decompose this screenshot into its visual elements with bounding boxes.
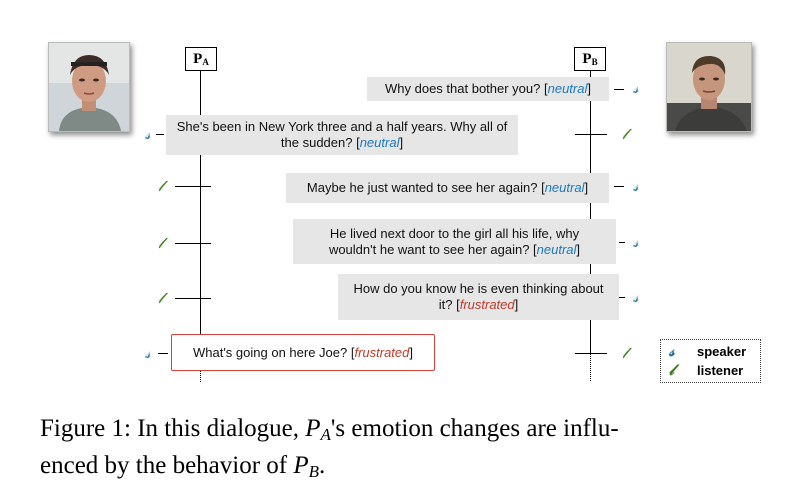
caption-pb-letter: P	[293, 452, 309, 479]
utterance-6-text: What's going on here Joe? [	[192, 344, 355, 360]
caption-pa-letter: P	[305, 415, 321, 442]
figure-caption: Figure 1: In this dialogue, PA's emotion…	[40, 413, 780, 487]
listener-icon-4: 𝓁	[158, 289, 163, 307]
legend-speaker-label: speaker	[697, 344, 747, 359]
speaker-connector-3	[614, 186, 624, 187]
participant-b-label: PB	[574, 47, 606, 71]
caption-prefix: Figure 1: In this dialogue,	[40, 415, 299, 442]
listener-icon-1: 𝓁	[622, 125, 627, 143]
utterance-4-line1: He lived next door to the girl all his l…	[329, 225, 580, 241]
utterance-2-line1: She's been in New York three and a half …	[176, 119, 508, 134]
person-a-photo	[48, 42, 130, 132]
utterance-bubble-4: He lived next door to the girl all his l…	[293, 219, 616, 264]
legend-listener-icon: 𝓁	[669, 361, 674, 379]
speaker-icon-5: 𝓈	[633, 288, 639, 306]
utterance-5-line2: it? [	[438, 297, 460, 312]
speaker-icon-3: 𝓈	[633, 177, 639, 195]
utterance-bubble-5: How do you know he is even thinking abou…	[338, 274, 619, 320]
caption-line-1: Figure 1: In this dialogue, PA's emotion…	[40, 413, 780, 450]
participant-b-letter: P	[582, 51, 592, 67]
utterance-5-line1: How do you know he is even thinking abou…	[353, 281, 604, 296]
listener-icon-3: 𝓁	[158, 234, 163, 252]
utterance-1-close: ]	[587, 81, 591, 96]
caption-line-2: enced by the behavior of PB.	[40, 450, 780, 487]
person-b-photo	[666, 42, 752, 132]
legend-listener-label: listener	[697, 363, 744, 378]
speaker-icon-1: 𝓈	[633, 79, 639, 97]
caption-pb-subscript: B	[308, 462, 320, 481]
timeline-a-end	[200, 370, 201, 382]
caption-line1-rest: 's emotion changes are influ-	[330, 415, 619, 442]
utterance-bubble-1: Why does that bother you? [neutral]	[367, 77, 609, 101]
utterance-5-close: ]	[514, 297, 519, 312]
speaker-connector-2	[156, 134, 164, 135]
legend-speaker-icon: 𝓈	[669, 342, 675, 360]
speaker-connector-4	[619, 242, 625, 243]
caption-pa-subscript: A	[320, 425, 331, 444]
participant-b-subscript: B	[591, 57, 598, 67]
utterance-2-close: ]	[399, 135, 404, 150]
speaker-icon-2: 𝓈	[145, 125, 151, 143]
utterance-6-emotion: frustrated	[354, 344, 410, 360]
tick-a-2	[175, 186, 211, 187]
listener-icon-2: 𝓁	[158, 177, 163, 195]
utterance-6-close: ]	[409, 344, 414, 360]
caption-line2-end: .	[319, 452, 326, 479]
utterance-4-emotion: neutral	[536, 241, 577, 257]
legend-box: 𝓈 speaker 𝓁 listener	[660, 339, 761, 383]
utterance-5-emotion: frustrated	[459, 297, 515, 312]
caption-line2-start: enced by the behavior of	[40, 452, 288, 479]
utterance-4-close: ]	[576, 241, 581, 257]
utterance-2-line2: the sudden? [	[280, 135, 360, 150]
tick-b-1	[575, 134, 607, 135]
utterance-4-line2: wouldn't he want to see her again? [	[328, 241, 537, 257]
tick-b-5	[575, 353, 607, 354]
tick-a-4	[175, 298, 211, 299]
utterance-1-text: Why does that bother you? [	[385, 81, 548, 96]
utterance-bubble-6: What's going on here Joe? [frustrated]	[171, 334, 435, 371]
utterance-1-emotion: neutral	[547, 81, 588, 96]
participant-a-subscript: A	[202, 57, 209, 67]
participant-a-letter: P	[193, 51, 203, 67]
utterance-3-text: Maybe he just wanted to see her again? [	[306, 180, 545, 195]
speaker-connector-5	[619, 297, 625, 298]
utterance-bubble-2: She's been in New York three and a half …	[166, 115, 518, 155]
utterance-2-emotion: neutral	[359, 135, 400, 150]
utterance-3-close: ]	[584, 180, 589, 195]
tick-a-3	[175, 243, 211, 244]
listener-icon-5: 𝓁	[622, 344, 627, 362]
speaker-connector-1	[614, 89, 624, 90]
utterance-bubble-3: Maybe he just wanted to see her again? […	[286, 173, 609, 203]
speaker-icon-6: 𝓈	[145, 344, 151, 362]
participant-a-label: PA	[185, 47, 217, 71]
timeline-b-end	[590, 353, 591, 381]
utterance-3-emotion: neutral	[544, 180, 585, 195]
speaker-icon-4: 𝓈	[633, 233, 639, 251]
speaker-connector-6	[158, 353, 168, 354]
